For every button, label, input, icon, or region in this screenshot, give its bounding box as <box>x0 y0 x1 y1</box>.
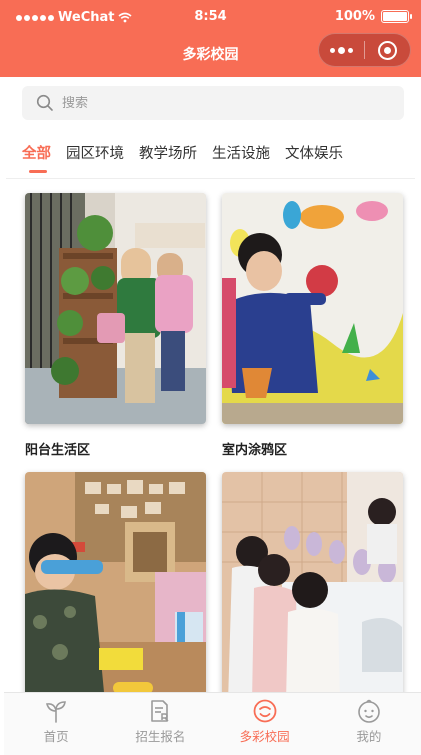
active-tab-indicator <box>29 170 47 173</box>
battery-status: 100% <box>334 9 412 24</box>
search-bar[interactable] <box>22 86 404 120</box>
tab-all[interactable]: 全部 <box>22 142 51 163</box>
gallery-photo <box>25 472 206 703</box>
baby-face-icon <box>358 699 380 723</box>
header: WeChat 8:54 100% 多彩校园 <box>0 0 421 77</box>
battery-icon <box>381 10 412 23</box>
gallery-photo <box>25 193 206 424</box>
close-circle-icon[interactable] <box>365 34 410 66</box>
gallery-card-doodle[interactable]: 室内涂鸦区 <box>222 193 403 458</box>
battery-level-fill <box>383 12 407 21</box>
gallery-card-classroom[interactable] <box>25 472 206 718</box>
tabbar-label: 多彩校园 <box>239 729 290 744</box>
gallery-photo <box>222 472 403 703</box>
tab-campus-environment[interactable]: 园区环境 <box>66 142 124 163</box>
sprout-icon <box>46 701 67 723</box>
tabbar-label: 首页 <box>43 729 69 744</box>
tab-living-facilities[interactable]: 生活设施 <box>212 142 270 163</box>
tabs-divider <box>6 178 415 179</box>
category-tabs: 全部 园区环境 教学场所 生活设施 文体娱乐 <box>22 142 358 163</box>
status-bar: WeChat 8:54 100% <box>0 0 421 34</box>
bottom-tab-bar: 首页 招生报名 多彩校园 我的 <box>4 692 421 755</box>
tabbar-label: 我的 <box>356 729 382 744</box>
tabbar-mine[interactable]: 我的 <box>317 693 421 755</box>
form-icon <box>151 700 169 722</box>
gallery-card-balcony[interactable]: 阳台生活区 <box>25 193 206 458</box>
battery-percent: 100% <box>334 9 375 24</box>
gallery-title: 室内涂鸦区 <box>222 443 288 458</box>
search-input[interactable] <box>62 95 382 111</box>
gallery-photo <box>222 193 403 424</box>
screen: WeChat 8:54 100% 多彩校园 搜索 全部 园区环境 教学场所 生活… <box>0 0 421 755</box>
tabbar-home[interactable]: 首页 <box>4 693 108 755</box>
tabbar-label: 招生报名 <box>135 729 186 744</box>
face-icon <box>253 699 277 723</box>
miniprogram-capsule <box>318 33 411 67</box>
tabbar-enrollment[interactable]: 招生报名 <box>108 693 212 755</box>
search-icon <box>36 94 53 111</box>
tab-recreation[interactable]: 文体娱乐 <box>285 142 343 163</box>
tabbar-campus[interactable]: 多彩校园 <box>213 693 317 755</box>
tab-teaching-spaces[interactable]: 教学场所 <box>139 142 197 163</box>
more-dots-icon[interactable] <box>319 34 364 66</box>
gallery-card-washroom[interactable] <box>222 472 403 718</box>
gallery-title: 阳台生活区 <box>25 443 91 458</box>
